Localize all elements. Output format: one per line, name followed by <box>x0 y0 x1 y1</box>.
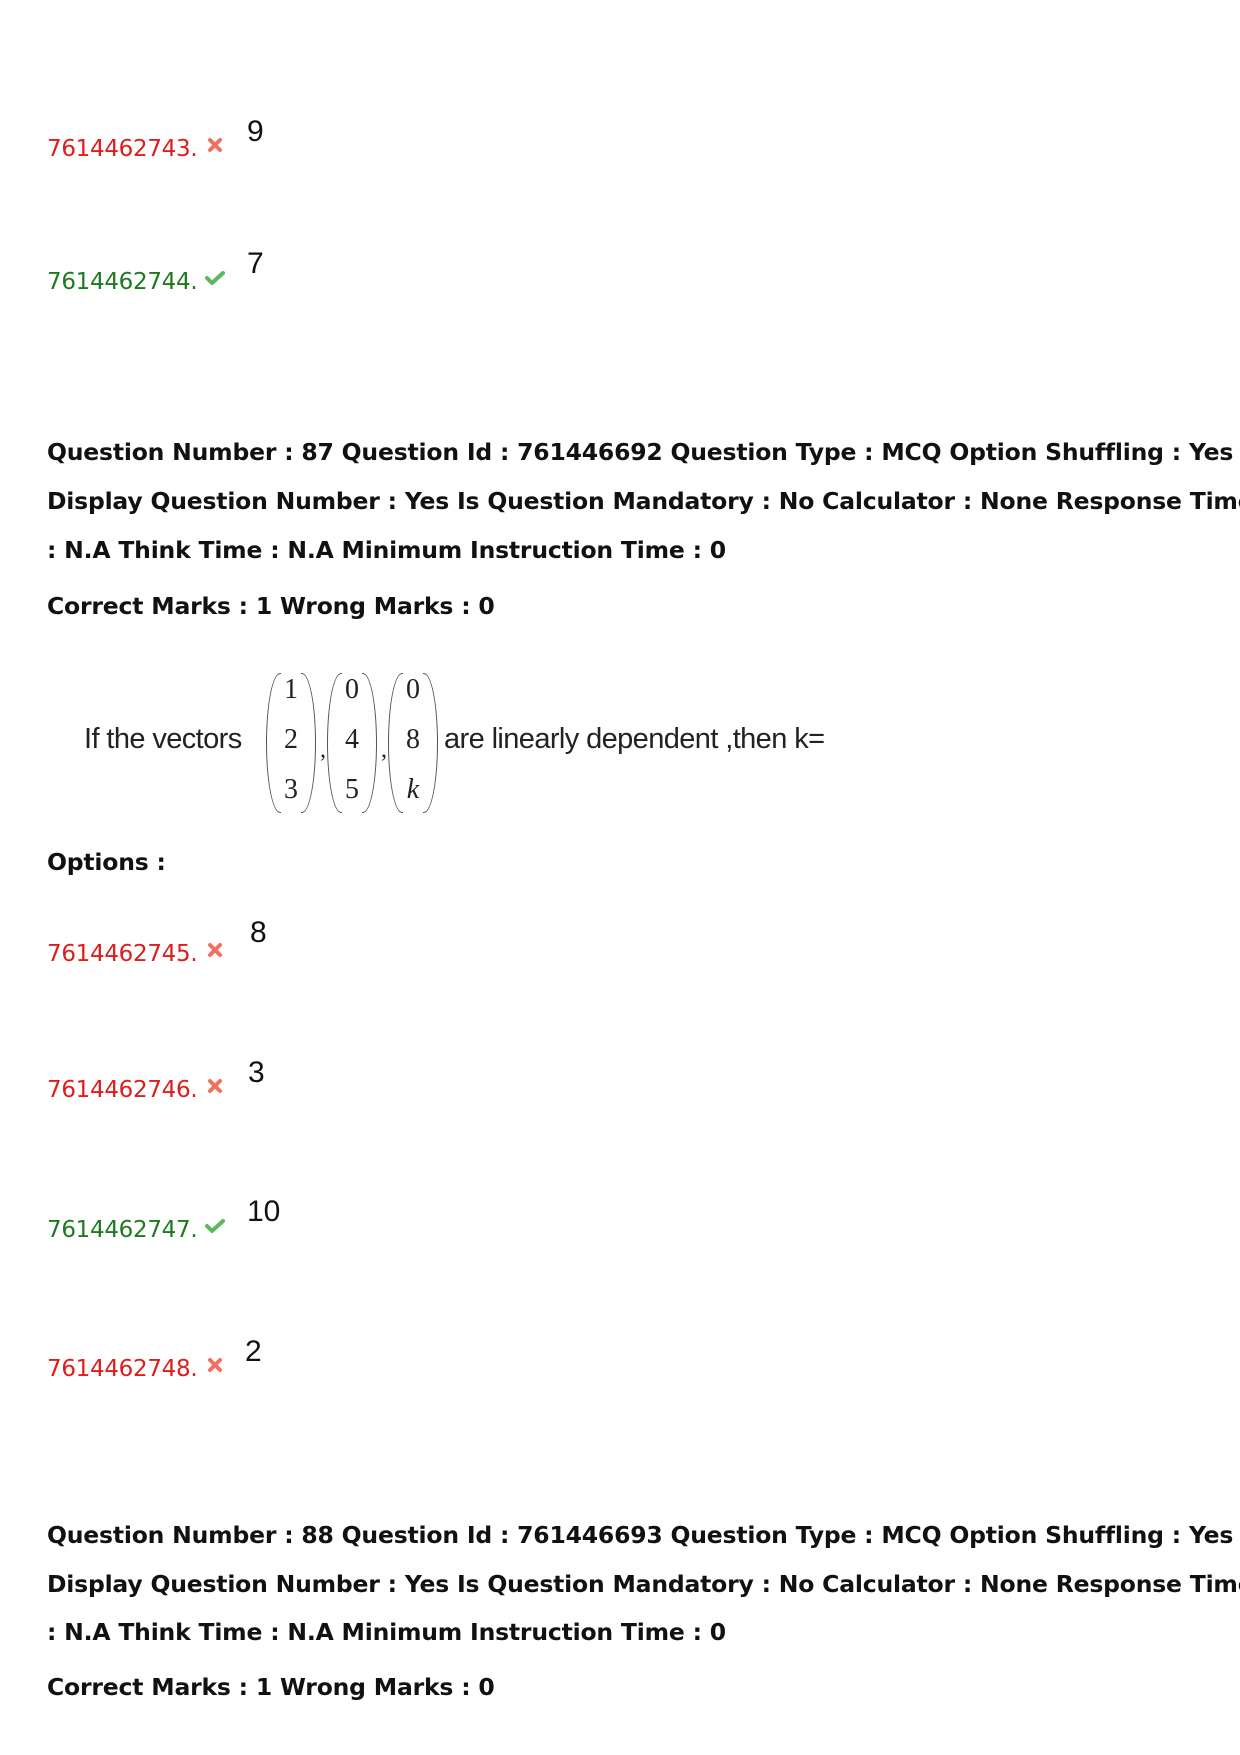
check-icon <box>205 1219 225 1233</box>
question-text-prefix: If the vectors <box>84 723 242 755</box>
question-meta-line: Display Question Number : Yes Is Questio… <box>47 487 1240 515</box>
question-meta-line: Question Number : 88 Question Id : 76144… <box>47 1521 1234 1549</box>
cross-icon <box>208 1358 222 1372</box>
check-icon <box>205 271 225 285</box>
option-id: 7614462745. <box>47 941 198 967</box>
option-id: 7614462744. <box>47 269 198 295</box>
cross-icon <box>208 943 222 957</box>
option-id: 7614462746. <box>47 1077 198 1103</box>
comma: , <box>381 737 387 763</box>
question-meta-line: : N.A Think Time : N.A Minimum Instructi… <box>47 1618 726 1646</box>
option-id: 7614462743. <box>47 136 198 162</box>
question-meta-line: Question Number : 87 Question Id : 76144… <box>47 438 1234 466</box>
vector-3: 0 8 k <box>388 673 438 813</box>
vector-1: 1 2 3 <box>266 673 316 813</box>
marks-line: Correct Marks : 1 Wrong Marks : 0 <box>47 1673 495 1701</box>
vector-2: 0 4 5 <box>327 673 377 813</box>
cross-icon <box>208 138 222 152</box>
comma: , <box>320 737 326 763</box>
options-label: Options : <box>47 848 166 876</box>
marks-line: Correct Marks : 1 Wrong Marks : 0 <box>47 592 495 620</box>
option-answer: 8 <box>250 916 267 949</box>
question-text-suffix: are linearly dependent ,then k= <box>444 723 825 755</box>
option-id: 7614462747. <box>47 1217 198 1243</box>
cross-icon <box>208 1079 222 1093</box>
option-answer: 9 <box>247 115 264 148</box>
option-answer: 2 <box>245 1335 262 1368</box>
question-image: If the vectors 1 2 3 , 0 4 5 , 0 8 k are… <box>80 665 900 820</box>
question-meta-line: : N.A Think Time : N.A Minimum Instructi… <box>47 536 726 564</box>
question-meta-line: Display Question Number : Yes Is Questio… <box>47 1570 1240 1598</box>
option-id: 7614462748. <box>47 1356 198 1382</box>
option-answer: 10 <box>247 1195 281 1228</box>
option-answer: 7 <box>247 247 264 280</box>
option-answer: 3 <box>248 1056 265 1089</box>
